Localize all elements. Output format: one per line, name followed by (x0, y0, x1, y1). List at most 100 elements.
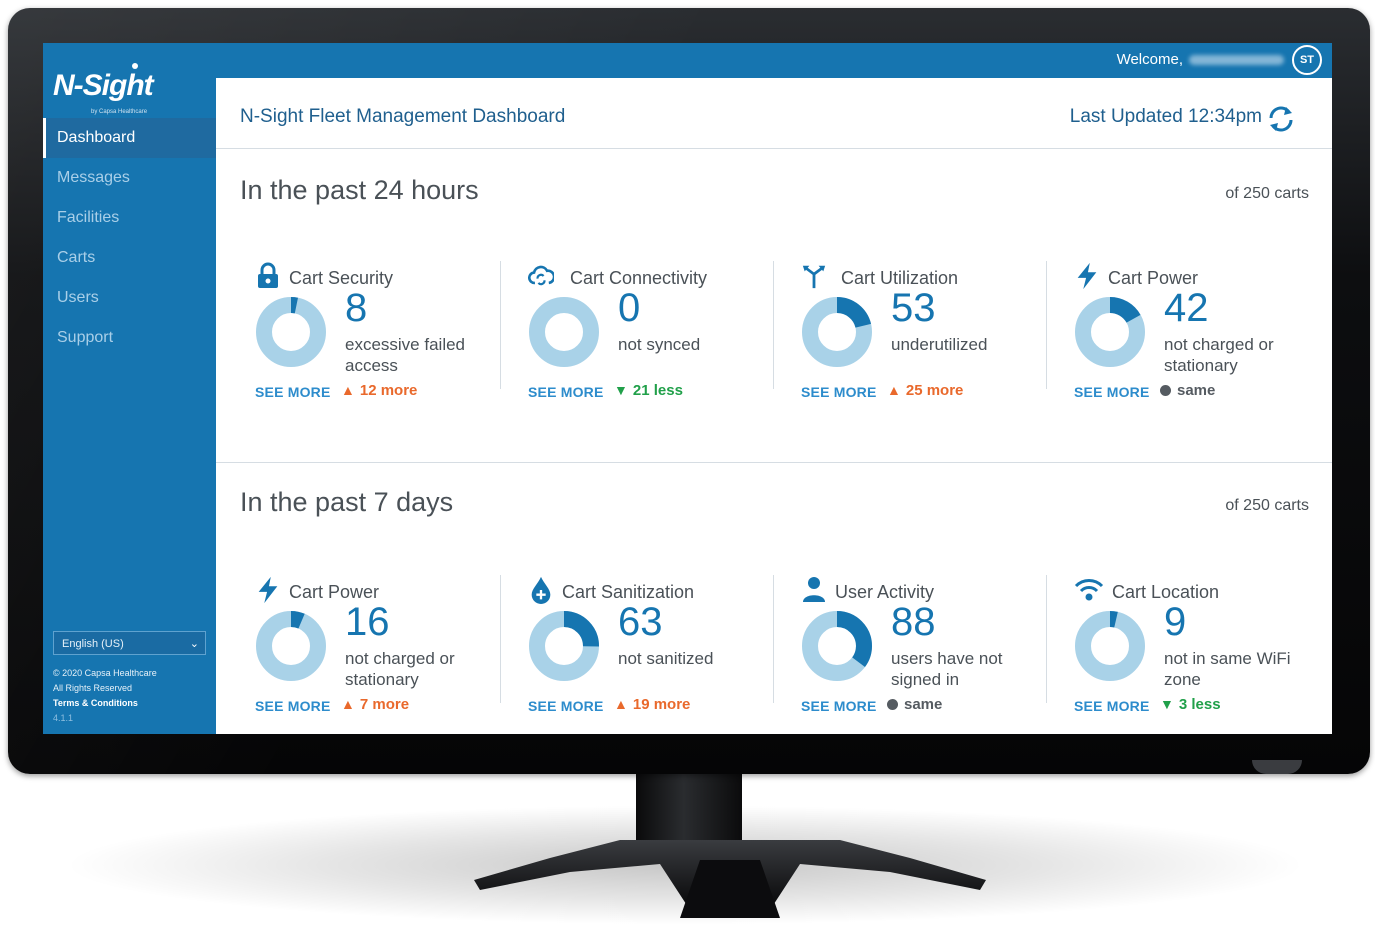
sidebar-item-users[interactable]: Users (43, 278, 216, 318)
see-more-link[interactable]: SEE MORE (801, 698, 877, 714)
see-more-link[interactable]: SEE MORE (255, 384, 331, 400)
sidebar-item-carts[interactable]: Carts (43, 238, 216, 278)
lightning-icon (1077, 262, 1097, 290)
card-value: 63 (618, 600, 663, 644)
trend-indicator: ▲ 19 more (614, 696, 690, 713)
trend-text: same (1177, 382, 1216, 399)
card-description: excessive failed access (345, 335, 466, 375)
see-more-link[interactable]: SEE MORE (1074, 384, 1150, 400)
see-more-link[interactable]: SEE MORE (528, 698, 604, 714)
refresh-icon[interactable] (1264, 102, 1298, 136)
sidebar-item-support[interactable]: Support (43, 318, 216, 358)
circle-icon (1160, 385, 1171, 396)
donut-chart (1075, 611, 1145, 681)
trend-indicator: ▼ 21 less (614, 382, 683, 399)
card-cart-power: Cart Power 42 not charged or stationary … (1074, 262, 1332, 402)
n-sight-logo[interactable]: N-Sight by Capsa Healthcare (53, 55, 203, 115)
donut-chart (529, 297, 599, 367)
card-description: not sanitized (618, 649, 714, 668)
logo-text: N-Sight (53, 69, 154, 102)
trend-indicator: ▲ 25 more (887, 382, 963, 399)
card-value: 0 (618, 286, 641, 330)
of-carts-text: of 250 carts (1225, 497, 1309, 514)
donut-track (256, 297, 326, 367)
section-past-7-days: In the past 7 days of 250 carts Cart Pow… (216, 463, 1332, 734)
section-title: In the past 24 hours (240, 175, 479, 205)
card-user-activity: User Activity 88 users have not signed i… (801, 576, 1061, 716)
card-cart-connectivity: Cart Connectivity 0 not synced SEE MORE … (528, 262, 788, 402)
power-button (1252, 760, 1302, 774)
card-description: not synced (618, 335, 701, 354)
card-cart-sanitization: Cart Sanitization 63 not sanitized SEE M… (528, 576, 788, 716)
card-value: 42 (1164, 286, 1209, 330)
redacted-user-name (1189, 55, 1284, 66)
card-cart-utilization: Cart Utilization 53 underutilized SEE MO… (801, 262, 1061, 402)
trend-text: 21 less (632, 382, 683, 399)
card-description: not charged or stationary (1164, 335, 1274, 375)
triangle-up-icon: ▲ (614, 696, 628, 712)
copyright-text: © 2020 Capsa Healthcare (53, 668, 157, 678)
cloud-sync-icon (528, 265, 554, 286)
card-title: Cart Security (289, 268, 394, 288)
donut-chart (529, 611, 599, 681)
card-value: 8 (345, 286, 368, 330)
see-more-link[interactable]: SEE MORE (1074, 698, 1150, 714)
sidebar-item-dashboard[interactable]: Dashboard (43, 118, 216, 158)
triangle-up-icon: ▲ (341, 382, 355, 398)
rights-text: All Rights Reserved (53, 683, 133, 693)
triangle-down-icon: ▼ (1160, 696, 1174, 712)
card-cart-power-7d: Cart Power 16 not charged or stationary … (255, 576, 515, 716)
card-value: 16 (345, 600, 390, 644)
last-updated-text: Last Updated 12:34pm (1069, 106, 1262, 127)
card-description: not in same WiFi zone (1164, 649, 1291, 689)
sidebar-item-messages[interactable]: Messages (43, 158, 216, 198)
card-description: underutilized (891, 335, 988, 354)
monitor-stand (474, 840, 986, 918)
trend-text: 19 more (632, 696, 691, 713)
trend-text: 3 less (1178, 696, 1221, 713)
welcome-label: Welcome, (1116, 51, 1183, 68)
lock-icon (258, 262, 278, 288)
trend-text: 25 more (905, 382, 964, 399)
language-select[interactable]: English (US) ⌄ (53, 631, 206, 655)
language-value: English (US) (62, 638, 124, 650)
see-more-link[interactable]: SEE MORE (255, 698, 331, 714)
card-description: not charged or stationary (345, 649, 455, 689)
donut-chart (256, 297, 326, 367)
drop-plus-icon (531, 576, 551, 604)
card-value: 53 (891, 286, 936, 330)
trend-indicator: ▼ 3 less (1160, 696, 1221, 713)
trend-indicator: same (887, 696, 942, 713)
trend-text: 12 more (359, 382, 418, 399)
user-icon (803, 577, 825, 602)
card-cart-security: Cart Security 8 excessive failed access … (255, 262, 515, 402)
donut-chart (802, 297, 872, 367)
wifi-icon (1074, 579, 1104, 601)
card-value: 9 (1164, 600, 1187, 644)
page-header: N-Sight Fleet Management Dashboard Last … (216, 78, 1332, 149)
section-title: In the past 7 days (240, 487, 454, 517)
trend-indicator: same (1160, 382, 1215, 399)
triangle-down-icon: ▼ (614, 382, 628, 398)
avatar[interactable]: ST (1292, 45, 1322, 75)
trend-text: 7 more (359, 696, 410, 713)
chevron-down-icon: ⌄ (189, 638, 199, 650)
sidebar-footer: © 2020 Capsa Healthcare All Rights Reser… (53, 666, 157, 726)
donut-track (529, 297, 599, 367)
see-more-link[interactable]: SEE MORE (528, 384, 604, 400)
top-bar: Welcome, ST (216, 43, 1332, 78)
card-cart-location: Cart Location 9 not in same WiFi zone SE… (1074, 576, 1332, 716)
card-value: 88 (891, 600, 936, 644)
of-carts-text: of 250 carts (1225, 185, 1309, 202)
trend-indicator: ▲ 7 more (341, 696, 409, 713)
see-more-link[interactable]: SEE MORE (801, 384, 877, 400)
trend-indicator: ▲ 12 more (341, 382, 417, 399)
sidebar-nav: Dashboard Messages Facilities Carts User… (43, 118, 216, 358)
trend-text: same (904, 696, 943, 713)
triangle-up-icon: ▲ (887, 382, 901, 398)
sidebar-item-facilities[interactable]: Facilities (43, 198, 216, 238)
page-title: N-Sight Fleet Management Dashboard (240, 106, 566, 127)
terms-link[interactable]: Terms & Conditions (53, 696, 157, 711)
sidebar: N-Sight by Capsa Healthcare Dashboard Me… (43, 43, 216, 734)
version-text: 4.1.1 (53, 713, 74, 723)
